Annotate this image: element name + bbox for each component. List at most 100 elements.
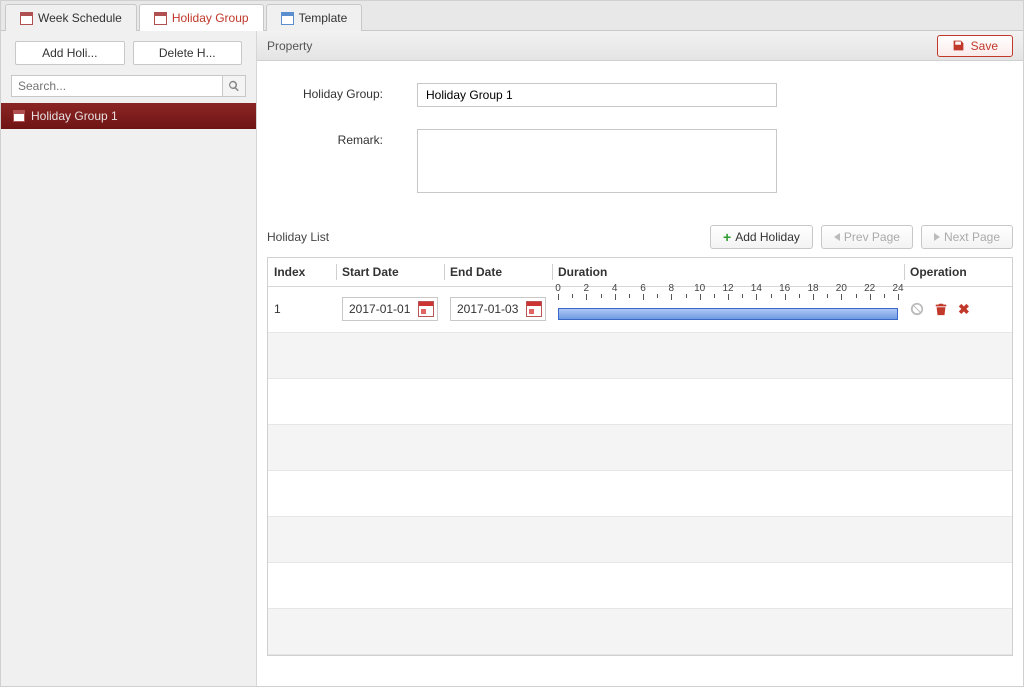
empty-cell bbox=[336, 470, 444, 516]
col-operation: Operation bbox=[904, 258, 1012, 286]
empty-cell bbox=[552, 424, 904, 470]
empty-cell bbox=[552, 332, 904, 378]
empty-cell bbox=[336, 332, 444, 378]
tabs-bar: Week Schedule Holiday Group Template bbox=[1, 1, 1023, 31]
tick-label: 22 bbox=[864, 283, 875, 294]
empty-cell bbox=[904, 516, 1012, 562]
empty-cell bbox=[268, 516, 336, 562]
duration-timeline[interactable]: 024681012141618202224 bbox=[558, 294, 898, 324]
empty-cell bbox=[268, 608, 336, 654]
empty-cell bbox=[336, 562, 444, 608]
tick-label: 24 bbox=[892, 283, 903, 294]
sidebar: Add Holi... Delete H... Holiday Group 1 bbox=[1, 31, 257, 686]
table-row: 12017-01-01 2017-01-03 0246810121416182022… bbox=[268, 286, 1012, 332]
empty-cell bbox=[268, 378, 336, 424]
tick-label: 20 bbox=[836, 283, 847, 294]
calendar-icon bbox=[154, 12, 167, 25]
delete-holiday-group-button[interactable]: Delete H... bbox=[133, 41, 243, 65]
property-title: Property bbox=[267, 39, 312, 53]
cell-index: 1 bbox=[268, 286, 336, 332]
tick-label: 0 bbox=[555, 283, 561, 294]
empty-cell bbox=[904, 470, 1012, 516]
tick-label: 8 bbox=[669, 283, 675, 294]
holiday-table: Index Start Date End Date Duration Opera… bbox=[268, 258, 1012, 655]
empty-cell bbox=[444, 470, 552, 516]
empty-cell bbox=[552, 470, 904, 516]
disable-icon[interactable] bbox=[910, 302, 924, 316]
empty-cell bbox=[552, 562, 904, 608]
add-holiday-group-button[interactable]: Add Holi... bbox=[15, 41, 125, 65]
empty-cell bbox=[444, 516, 552, 562]
table-row bbox=[268, 608, 1012, 654]
tab-template[interactable]: Template bbox=[266, 4, 363, 31]
empty-cell bbox=[268, 332, 336, 378]
tick-label: 16 bbox=[779, 283, 790, 294]
template-icon bbox=[281, 12, 294, 25]
empty-cell bbox=[336, 378, 444, 424]
sidebar-item-holiday-group-1[interactable]: Holiday Group 1 bbox=[1, 103, 256, 129]
table-row bbox=[268, 332, 1012, 378]
holiday-list-title: Holiday List bbox=[267, 230, 329, 244]
empty-cell bbox=[444, 378, 552, 424]
chevron-right-icon bbox=[934, 233, 940, 241]
table-row bbox=[268, 470, 1012, 516]
cell-end-date: 2017-01-03 bbox=[444, 286, 552, 332]
col-duration: Duration bbox=[552, 258, 904, 286]
empty-cell bbox=[336, 424, 444, 470]
tab-label: Week Schedule bbox=[38, 11, 122, 25]
table-row bbox=[268, 516, 1012, 562]
tab-week-schedule[interactable]: Week Schedule bbox=[5, 4, 137, 31]
empty-cell bbox=[268, 424, 336, 470]
table-row bbox=[268, 562, 1012, 608]
empty-cell bbox=[904, 562, 1012, 608]
search-input[interactable] bbox=[11, 75, 222, 97]
trash-icon[interactable] bbox=[934, 302, 948, 316]
empty-cell bbox=[336, 516, 444, 562]
add-holiday-button[interactable]: + Add Holiday bbox=[710, 225, 813, 249]
start-date-picker[interactable]: 2017-01-01 bbox=[342, 297, 438, 321]
holiday-group-input[interactable] bbox=[417, 83, 777, 107]
remark-textarea[interactable] bbox=[417, 129, 777, 193]
calendar-icon bbox=[20, 12, 33, 25]
empty-cell bbox=[268, 470, 336, 516]
holiday-group-tree: Holiday Group 1 bbox=[1, 103, 256, 129]
end-date-picker[interactable]: 2017-01-03 bbox=[450, 297, 546, 321]
sidebar-item-label: Holiday Group 1 bbox=[31, 109, 118, 123]
tick-label: 10 bbox=[694, 283, 705, 294]
add-holiday-label: Add Holiday bbox=[735, 230, 800, 244]
calendar-icon bbox=[526, 301, 542, 317]
search-button[interactable] bbox=[222, 75, 246, 97]
empty-cell bbox=[552, 608, 904, 654]
next-page-label: Next Page bbox=[944, 230, 1000, 244]
empty-cell bbox=[904, 378, 1012, 424]
col-end: End Date bbox=[444, 258, 552, 286]
remark-label: Remark: bbox=[257, 129, 417, 147]
property-header: Property Save bbox=[257, 31, 1023, 61]
cell-start-date: 2017-01-01 bbox=[336, 286, 444, 332]
close-icon[interactable]: ✖ bbox=[958, 302, 972, 316]
content-pane: Property Save Holiday Group: Remark: Hol… bbox=[257, 31, 1023, 686]
plus-icon: + bbox=[723, 230, 731, 244]
empty-cell bbox=[552, 516, 904, 562]
tab-holiday-group[interactable]: Holiday Group bbox=[139, 4, 264, 31]
calendar-icon bbox=[418, 301, 434, 317]
empty-cell bbox=[268, 562, 336, 608]
empty-cell bbox=[444, 424, 552, 470]
duration-bar[interactable] bbox=[558, 308, 898, 320]
prev-page-button[interactable]: Prev Page bbox=[821, 225, 913, 249]
next-page-button[interactable]: Next Page bbox=[921, 225, 1013, 249]
tick-label: 4 bbox=[612, 283, 618, 294]
save-icon bbox=[952, 39, 965, 52]
save-button[interactable]: Save bbox=[937, 35, 1013, 57]
table-row bbox=[268, 424, 1012, 470]
empty-cell bbox=[444, 608, 552, 654]
col-start: Start Date bbox=[336, 258, 444, 286]
tick-label: 12 bbox=[722, 283, 733, 294]
tick-label: 6 bbox=[640, 283, 646, 294]
empty-cell bbox=[904, 332, 1012, 378]
tick-label: 2 bbox=[584, 283, 590, 294]
tick-label: 14 bbox=[751, 283, 762, 294]
tab-label: Holiday Group bbox=[172, 11, 249, 25]
save-label: Save bbox=[971, 39, 998, 53]
prev-page-label: Prev Page bbox=[844, 230, 900, 244]
